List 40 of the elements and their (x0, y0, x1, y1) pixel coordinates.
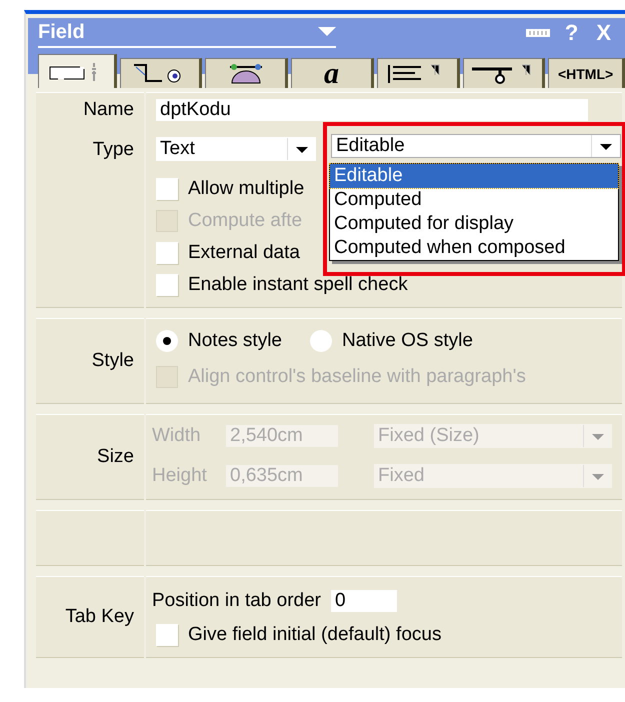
tab-order-field[interactable]: 0 (331, 590, 397, 612)
tab[interactable]: a (291, 58, 374, 88)
tab[interactable] (205, 58, 288, 88)
option-label: Allow multiple (188, 178, 304, 200)
dropdown-option[interactable]: Editable (330, 164, 618, 188)
radio-label: Native OS style (342, 330, 473, 352)
caret-icon[interactable] (318, 27, 336, 37)
option-label: External data (188, 242, 300, 264)
radio-label: Notes style (188, 330, 282, 352)
radio-button[interactable] (156, 330, 178, 352)
field-label: Name (83, 99, 134, 121)
checkbox[interactable] (156, 274, 178, 296)
checkbox[interactable] (156, 178, 178, 200)
type-select[interactable]: Text (156, 137, 316, 161)
tab[interactable] (38, 54, 117, 88)
section-label: Tab Key (65, 606, 134, 628)
tab[interactable] (120, 58, 202, 88)
dropdown-option[interactable]: Computed for display (330, 212, 618, 236)
section-label: Style (92, 350, 134, 372)
checkbox[interactable] (156, 624, 178, 646)
checkbox[interactable] (156, 242, 178, 264)
tab[interactable]: <HTML> (548, 58, 625, 88)
field-label: Type (92, 139, 134, 161)
field-kind-select[interactable]: Editable (331, 134, 621, 158)
size-label: Height (152, 465, 208, 487)
window-title: Field (38, 20, 85, 44)
option-label: Align control's baseline with paragraph's (188, 366, 526, 388)
option-label: Enable instant spell check (188, 274, 408, 296)
dropdown-option[interactable]: Computed (330, 188, 618, 212)
option-label: Give field initial (default) focus (188, 624, 442, 646)
tab[interactable] (376, 58, 460, 88)
minimize-icon[interactable] (524, 28, 551, 38)
dropdown-option[interactable]: Computed when composed (330, 236, 618, 260)
radio-button[interactable] (310, 330, 332, 352)
name-field[interactable]: dptKodu (156, 99, 588, 121)
tab[interactable] (462, 58, 546, 88)
size-label: Width (152, 425, 202, 447)
position-label: Position in tab order (152, 590, 321, 612)
option-label: Compute afte (188, 210, 302, 232)
section-label: Size (97, 446, 134, 468)
